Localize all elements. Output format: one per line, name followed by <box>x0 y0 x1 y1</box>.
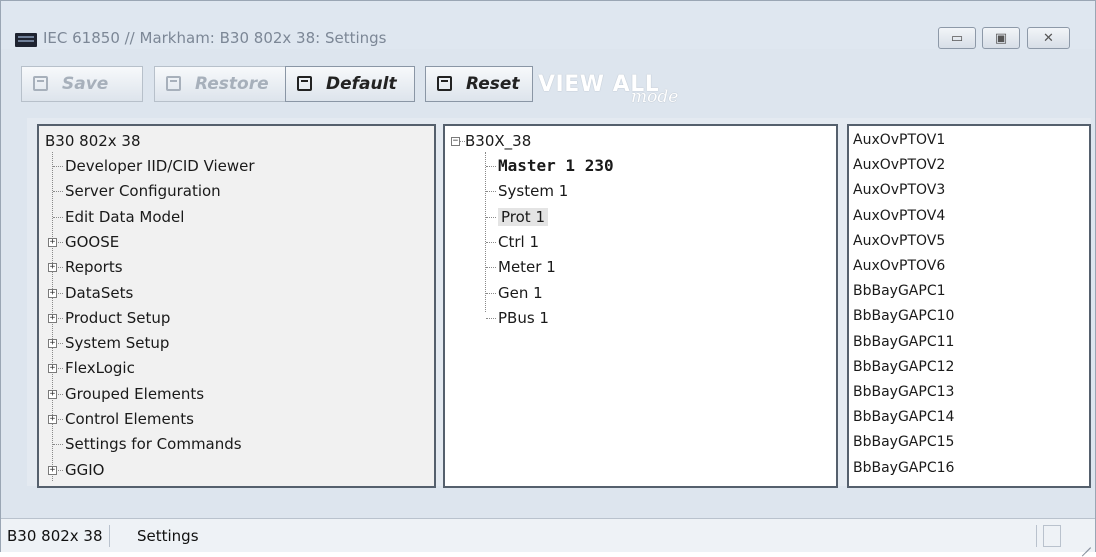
tree-item[interactable]: System Setup <box>65 333 169 353</box>
list-item[interactable]: BbBayGAPC12 <box>853 357 954 377</box>
data-model-node[interactable]: Gen 1 <box>498 283 543 303</box>
data-model-node[interactable]: System 1 <box>498 181 568 201</box>
expand-icon[interactable]: + <box>48 237 57 247</box>
expand-icon[interactable]: + <box>48 339 57 349</box>
data-model-node-label: Gen 1 <box>498 283 543 302</box>
list-item[interactable]: BbBayGAPC13 <box>853 382 954 402</box>
status-bar: B30 802x 38 Settings <box>1 518 1095 552</box>
toolbar: Save Restore Default Reset VIEW ALL mode <box>21 66 1091 107</box>
tree-item[interactable]: GOOSE <box>65 232 119 252</box>
data-model-tree-pane[interactable]: − B30X_38 Master 1 230 System 1 Prot 1 Ctrl… <box>443 124 838 488</box>
list-item[interactable]: BbBayGAPC11 <box>853 332 954 352</box>
expand-icon[interactable]: + <box>48 313 57 323</box>
list-item[interactable]: BbBayGAPC16 <box>853 458 954 478</box>
expand-icon[interactable]: + <box>48 263 57 273</box>
save-button[interactable]: Save <box>21 66 143 102</box>
data-model-node[interactable]: Prot 1 <box>498 207 548 227</box>
title-bar[interactable]: IEC 61850 // Markham: B30 802x 38: Setti… <box>1 1 1095 49</box>
tree-item[interactable]: Developer IID/CID Viewer <box>65 156 255 176</box>
default-icon <box>294 74 316 94</box>
data-model-node[interactable]: Meter 1 <box>498 257 556 277</box>
list-item[interactable]: AuxOvPTOV4 <box>853 206 945 226</box>
content-area: B30 802x 38 Developer IID/CID Viewer Serv… <box>27 118 1091 488</box>
save-icon <box>30 74 52 94</box>
status-indicator <box>1043 525 1061 547</box>
list-item[interactable]: BbBayGAPC14 <box>853 407 954 427</box>
tree-item[interactable]: GGIO <box>65 460 104 480</box>
tree-item[interactable]: Server Configuration <box>65 181 221 201</box>
restore-icon <box>163 74 185 94</box>
expand-icon[interactable]: + <box>48 465 57 475</box>
save-label: Save <box>62 74 109 94</box>
data-model-node-label: System 1 <box>498 182 569 201</box>
app-window: IEC 61850 // Markham: B30 802x 38: Setti… <box>0 0 1096 552</box>
close-button[interactable]: ✕ <box>1027 27 1070 49</box>
resize-grip-icon[interactable] <box>1079 536 1093 550</box>
status-section: Settings <box>131 525 1037 547</box>
list-item[interactable]: AuxOvPTOV2 <box>853 155 945 175</box>
tree-item[interactable]: Control Elements <box>65 409 194 429</box>
collapse-icon[interactable]: − <box>451 137 460 146</box>
tree-item[interactable]: FlexLogic <box>65 358 135 378</box>
tree-item[interactable]: Grouped Elements <box>65 384 204 404</box>
expand-icon[interactable]: + <box>48 364 57 374</box>
tree-root-device[interactable]: B30 802x 38 <box>45 131 141 151</box>
reset-label: Reset <box>466 74 520 94</box>
window-title: IEC 61850 // Markham: B30 802x 38: Setti… <box>43 29 387 47</box>
list-item[interactable]: BbBayGAPC15 <box>853 432 954 452</box>
default-button[interactable]: Default <box>285 66 415 102</box>
data-model-node-label: Meter 1 <box>498 258 556 277</box>
tree-item[interactable]: Reports <box>65 257 123 277</box>
app-icon <box>15 33 37 47</box>
list-item[interactable]: AuxOvPTOV5 <box>853 231 945 251</box>
list-item[interactable]: BbBayGAPC10 <box>853 306 954 326</box>
reset-button[interactable]: Reset <box>425 66 533 102</box>
tree-item[interactable]: Product Setup <box>65 308 170 328</box>
data-model-node-label: Master 1 230 <box>498 156 614 175</box>
maximize-button[interactable]: ▣ <box>982 27 1020 49</box>
reset-icon <box>434 74 456 94</box>
tree-item[interactable]: Edit Data Model <box>65 207 184 227</box>
data-model-node[interactable]: Master 1 230 <box>498 156 614 176</box>
restore-label: Restore <box>195 74 269 94</box>
list-item[interactable]: AuxOvPTOV3 <box>853 180 945 200</box>
tree-item[interactable]: DataSets <box>65 283 133 303</box>
logical-node-list-pane[interactable]: AuxOvPTOV1 AuxOvPTOV2 AuxOvPTOV3 AuxOvPTOV4… <box>847 124 1091 488</box>
list-item[interactable]: AuxOvPTOV1 <box>853 130 945 150</box>
data-model-root[interactable]: B30X_38 <box>465 131 531 151</box>
data-model-node-label: Ctrl 1 <box>498 232 540 251</box>
expand-icon[interactable]: + <box>48 288 57 298</box>
default-label: Default <box>326 74 397 94</box>
tree-item[interactable]: Settings for Commands <box>65 434 242 454</box>
status-device: B30 802x 38 <box>1 525 110 547</box>
data-model-node[interactable]: Ctrl 1 <box>498 232 539 252</box>
data-model-node[interactable]: PBus 1 <box>498 308 549 328</box>
restore-button[interactable]: Restore <box>154 66 304 102</box>
data-model-node-label: PBus 1 <box>498 308 549 327</box>
list-item[interactable]: AuxOvPTOV6 <box>853 256 945 276</box>
list-item[interactable]: BbBayGAPC1 <box>853 281 946 301</box>
settings-tree-pane[interactable]: B30 802x 38 Developer IID/CID Viewer Serv… <box>37 124 436 488</box>
minimize-button[interactable]: ▭ <box>938 27 976 49</box>
view-all-mode-label: mode <box>631 87 679 107</box>
expand-icon[interactable]: + <box>48 389 57 399</box>
data-model-node-label: Prot 1 <box>498 207 548 226</box>
expand-icon[interactable]: + <box>48 415 57 424</box>
